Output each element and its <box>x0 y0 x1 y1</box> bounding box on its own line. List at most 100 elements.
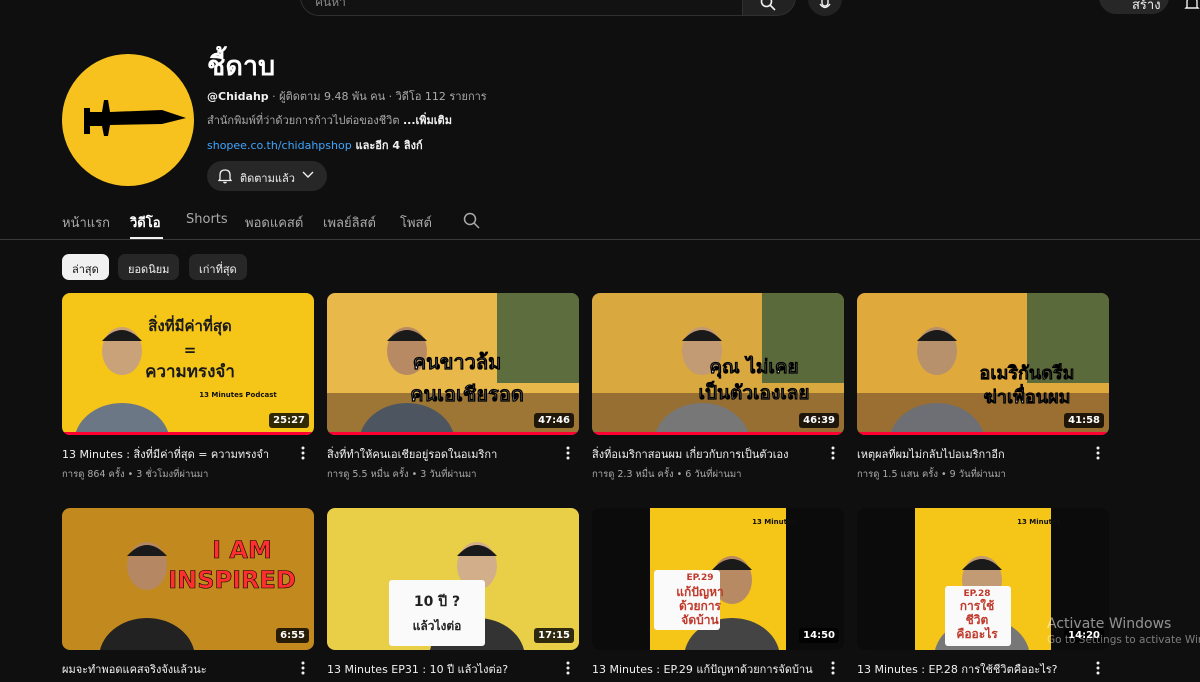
thumbnail-text: ฆ่าเพื่อนผม <box>983 384 1070 408</box>
video-meta: การดู 864 ครั้ง • 3 ชั่วโมงที่ผ่านมา <box>62 469 209 480</box>
video-duration: 6:55 <box>276 628 309 643</box>
video-thumbnail[interactable]: อเมริกันดรีม ฆ่าเพื่อนผม 41:58 <box>857 293 1109 435</box>
thumbnail-text: ชีวิต <box>966 613 989 627</box>
activate-windows-subtitle: Go to Settings to activate Wind <box>1047 634 1200 646</box>
subscribed-label: ติดตามแล้ว <box>240 172 295 185</box>
thumbnail-text: ด้วยการ <box>679 599 722 613</box>
more-options-icon[interactable] <box>565 661 571 675</box>
video-meta: การดู 2.3 หมื่น ครั้ง • 6 วันที่ผ่านมา <box>592 469 742 480</box>
thumbnail-text: แล้วไงต่อ <box>413 618 462 633</box>
video-title[interactable]: เหตุผลที่ผมไม่กลับไปอเมริกาอีก <box>857 445 1087 463</box>
search-button[interactable] <box>742 0 796 16</box>
subscribed-button[interactable]: ติดตามแล้ว <box>207 161 327 191</box>
video-thumbnail[interactable]: สิ่งที่มีค่าที่สุด = ความทรงจำ 13 Minutes P… <box>62 293 314 435</box>
video-thumbnail[interactable]: 10 ปี ? แล้วไงต่อ 17:15 <box>327 508 579 650</box>
thumbnail-text: EP.28 <box>963 589 990 599</box>
activate-windows-title: Activate Windows <box>1047 616 1172 632</box>
more-options-icon[interactable] <box>1095 446 1101 460</box>
bell-icon <box>217 169 233 184</box>
thumbnail-text: สิ่งที่มีค่าที่สุด <box>148 315 232 336</box>
video-title[interactable]: สิ่งที่อเมริกาสอนผม เกี่ยวกับการเป็นตัวเ… <box>592 445 822 463</box>
video-title[interactable]: สิ่งที่ทำให้คนเอเชียอยู่รอดในอเมริกา <box>327 445 557 463</box>
sword-logo-icon <box>84 100 186 136</box>
thumbnail-text: การใช้ <box>960 598 994 613</box>
more-options-icon[interactable] <box>565 446 571 460</box>
search-input[interactable]: ค้นหา <box>300 0 743 16</box>
thumbnail-text: เป็นตัวเองเลย <box>698 380 809 404</box>
description-text: สำนักพิมพ์ที่ว่าด้วยการก้าวไปต่อของชีวิต <box>207 114 403 127</box>
microphone-icon <box>819 0 831 9</box>
search-placeholder: ค้นหา <box>315 0 346 9</box>
video-thumbnail[interactable]: คนขาวล้มคนเอเชียรอด 47:46 <box>327 293 579 435</box>
thumbnail-badge: 13 Minutes <box>1017 518 1061 526</box>
chip-popular[interactable]: ยอดนิยม <box>118 254 180 280</box>
thumbnail-badge: 13 Minutes <box>752 518 796 526</box>
thumbnail-text: คืออะไร <box>956 626 998 641</box>
tab-videos[interactable]: วิดีโอ <box>130 212 161 233</box>
more-link[interactable]: ...เพิ่มเติม <box>403 114 452 127</box>
thumbnail-text: ความทรงจำ <box>145 362 235 382</box>
thumbnail-text: = <box>184 341 197 359</box>
channel-link-url[interactable]: shopee.co.th/chidahpshop <box>207 139 352 152</box>
notifications-icon[interactable] <box>1184 0 1200 12</box>
video-duration: 14:50 <box>799 628 839 643</box>
video-title[interactable]: 13 Minutes EP31 : 10 ปี แล้วไงต่อ? <box>327 660 557 678</box>
thumbnail-text: คุณ ไม่เคย <box>709 355 798 379</box>
video-meta: การดู 5.5 หมื่น ครั้ง • 3 วันที่ผ่านมา <box>327 469 477 480</box>
thumbnail-text: EP.29 <box>686 573 713 583</box>
video-duration: 47:46 <box>534 413 574 428</box>
channel-avatar[interactable] <box>62 54 194 186</box>
search-icon <box>760 0 776 11</box>
thumbnail-text: แก้ปัญหา <box>676 585 724 599</box>
top-bar: ค้นหา สร้าง <box>0 0 1200 16</box>
more-options-icon[interactable] <box>300 446 306 460</box>
tab-posts[interactable]: โพสต์ <box>400 212 432 233</box>
tab-playlists[interactable]: เพลย์ลิสต์ <box>323 212 376 233</box>
channel-description[interactable]: สำนักพิมพ์ที่ว่าด้วยการก้าวไปต่อของชีวิต… <box>207 111 452 129</box>
video-duration: 41:58 <box>1064 413 1104 428</box>
channel-handle: @Chidahp <box>207 90 269 103</box>
video-title[interactable]: ผมจะทำพอดแคสจริงจังแล้วนะ <box>62 660 292 678</box>
thumbnail-text: INSPIRED <box>168 566 296 594</box>
video-thumbnail[interactable]: คุณ ไม่เคย เป็นตัวเองเลย 46:39 <box>592 293 844 435</box>
more-options-icon[interactable] <box>830 446 836 460</box>
channel-stats: · ผู้ติดตาม 9.48 พัน คน · วิดีโอ 112 ราย… <box>268 90 487 103</box>
video-title[interactable]: 13 Minutes : EP.29 แก้ปัญหาด้วยการจัดบ้า… <box>592 660 822 678</box>
video-duration: 25:27 <box>269 413 309 428</box>
video-title[interactable]: 13 Minutes : สิ่งที่มีค่าที่สุด = ความทร… <box>62 445 292 463</box>
watch-progress-bar <box>62 432 314 435</box>
video-duration: 17:15 <box>534 628 574 643</box>
tab-podcasts[interactable]: พอดแคสต์ <box>245 212 303 233</box>
watch-progress-bar <box>327 432 579 435</box>
channel-name: ชี้ดาบ <box>207 51 276 82</box>
thumbnail-text: 10 ปี ? <box>414 594 460 610</box>
thumbnail-text: จัดบ้าน <box>681 613 719 627</box>
thumbnail-text: คนขาวล้ม <box>413 350 502 374</box>
thumbnail-text: อเมริกันดรีม <box>980 363 1075 384</box>
video-title[interactable]: 13 Minutes : EP.28 การใช้ชีวิตคืออะไร? <box>857 660 1087 678</box>
chip-oldest[interactable]: เก่าที่สุด <box>189 254 247 280</box>
tab-home[interactable]: หน้าแรก <box>62 212 110 233</box>
channel-link-more[interactable]: และอีก 4 ลิงก์ <box>352 139 423 152</box>
video-duration: 46:39 <box>799 413 839 428</box>
more-options-icon[interactable] <box>1095 661 1101 675</box>
channel-meta: @Chidahp · ผู้ติดตาม 9.48 พัน คน · วิดีโ… <box>207 87 487 105</box>
tab-shorts[interactable]: Shorts <box>186 212 228 227</box>
channel-links: shopee.co.th/chidahpshop และอีก 4 ลิงก์ <box>207 136 423 154</box>
thumbnail-text: I AM <box>212 536 272 564</box>
watch-progress-bar <box>592 432 844 435</box>
create-label: สร้าง <box>1132 0 1161 13</box>
video-meta: การดู 1.5 แสน ครั้ง • 9 วันที่ผ่านมา <box>857 469 1006 480</box>
more-options-icon[interactable] <box>300 661 306 675</box>
search-icon[interactable] <box>463 212 480 229</box>
create-button[interactable]: สร้าง <box>1099 0 1169 14</box>
tabs-divider <box>0 239 1200 240</box>
voice-search-button[interactable] <box>808 0 842 16</box>
more-options-icon[interactable] <box>830 661 836 675</box>
video-thumbnail[interactable]: I AM INSPIRED 6:55 <box>62 508 314 650</box>
chevron-down-icon <box>302 171 314 178</box>
video-thumbnail[interactable]: EP.29 แก้ปัญหา ด้วยการ จัดบ้าน 13 Minutes 14:… <box>592 508 844 650</box>
chip-latest[interactable]: ล่าสุด <box>62 254 109 280</box>
thumbnail-text: คนเอเชียรอด <box>410 382 524 406</box>
watch-progress-bar <box>857 432 1109 435</box>
